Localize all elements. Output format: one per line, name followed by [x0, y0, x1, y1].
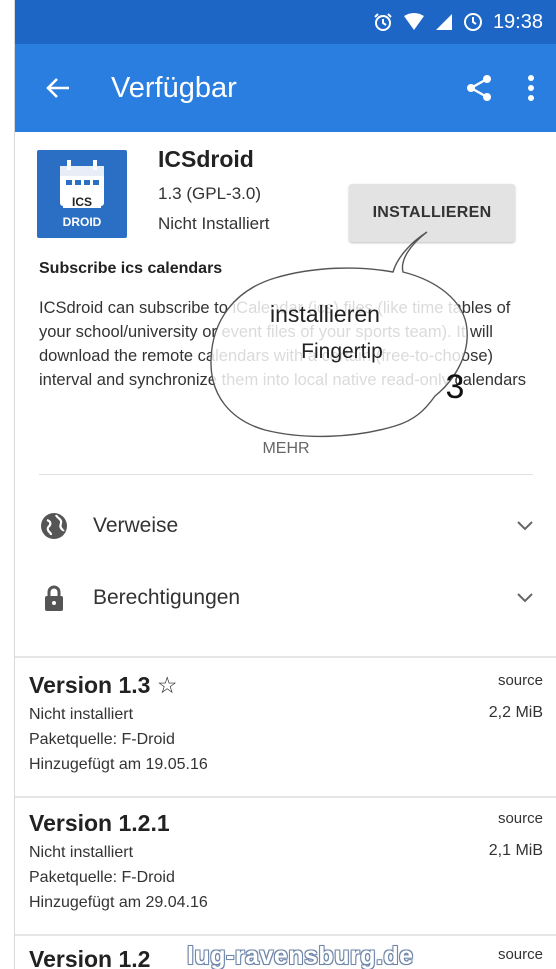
app-icon: ICS DROID [37, 150, 127, 238]
version-repo: Paketquelle: F-Droid [29, 869, 175, 886]
app-summary: Subscribe ics calendars [39, 260, 223, 277]
version-divider [15, 796, 556, 798]
wifi-icon [403, 13, 424, 30]
version-size: 2,2 MiB [488, 704, 543, 721]
version-item[interactable]: Version 1.2.1 Nicht installiert Paketque… [29, 810, 543, 912]
status-bar: 19:38 [15, 0, 556, 44]
chevron-down-icon [517, 593, 533, 603]
clock: 19:38 [492, 10, 543, 33]
version-title: Version 1.3 ☆ [29, 672, 178, 698]
share-icon[interactable] [465, 74, 493, 102]
back-arrow-icon[interactable] [45, 75, 71, 101]
version-repo: Paketquelle: F-Droid [29, 731, 175, 748]
divider [39, 474, 533, 475]
section-divider [15, 656, 556, 658]
version-size: 2,1 MiB [488, 842, 543, 859]
watermark: lug-ravensburg.de [187, 942, 414, 969]
icon-label-ics: ICS [72, 195, 92, 209]
permissions-label: Berechtigungen [93, 586, 241, 609]
version-source: source [497, 946, 543, 963]
links-row[interactable]: Verweise [39, 506, 533, 546]
app-header: ICS DROID ICSdroid 1.3 (GPL-3.0) Nicht I… [15, 132, 556, 252]
app-bar: Verfügbar [15, 44, 556, 132]
page-title: Verfügbar [111, 71, 237, 104]
star-icon: ☆ [156, 672, 178, 698]
links-label: Verweise [93, 514, 179, 537]
install-status: Nicht Installiert [158, 214, 270, 233]
battery-saver-icon [463, 13, 482, 31]
chevron-down-icon [517, 521, 533, 531]
app-description: ICSdroid can subscribe to iCalendar (ics… [39, 299, 527, 389]
app-name: ICSdroid [158, 146, 254, 172]
version-title: Version 1.2.1 [29, 810, 170, 836]
more-options-icon[interactable] [527, 75, 535, 101]
install-button[interactable]: INSTALLIEREN [349, 184, 515, 242]
version-source: source [497, 810, 543, 827]
version-added: Hinzugefügt am 29.04.16 [29, 894, 208, 911]
signal-icon [435, 14, 452, 30]
icon-label-droid: DROID [63, 215, 102, 229]
version-status: Nicht installiert [29, 844, 134, 861]
alarm-icon [374, 13, 392, 31]
version-divider [15, 934, 556, 936]
version-source: source [497, 672, 543, 689]
version-status: Nicht installiert [29, 706, 134, 723]
lock-icon [45, 585, 63, 611]
phone-screen: 19:38 Verfügbar ICS DROID ICSdroid 1.3 (… [14, 0, 556, 969]
version-added: Hinzugefügt am 19.05.16 [29, 756, 208, 773]
more-button[interactable]: MEHR [15, 440, 556, 458]
globe-icon [41, 513, 67, 539]
version-item[interactable]: Version 1.3 ☆ Nicht installiert Paketque… [29, 672, 543, 774]
permissions-row[interactable]: Berechtigungen [39, 578, 533, 618]
app-version: 1.3 (GPL-3.0) [158, 184, 261, 203]
